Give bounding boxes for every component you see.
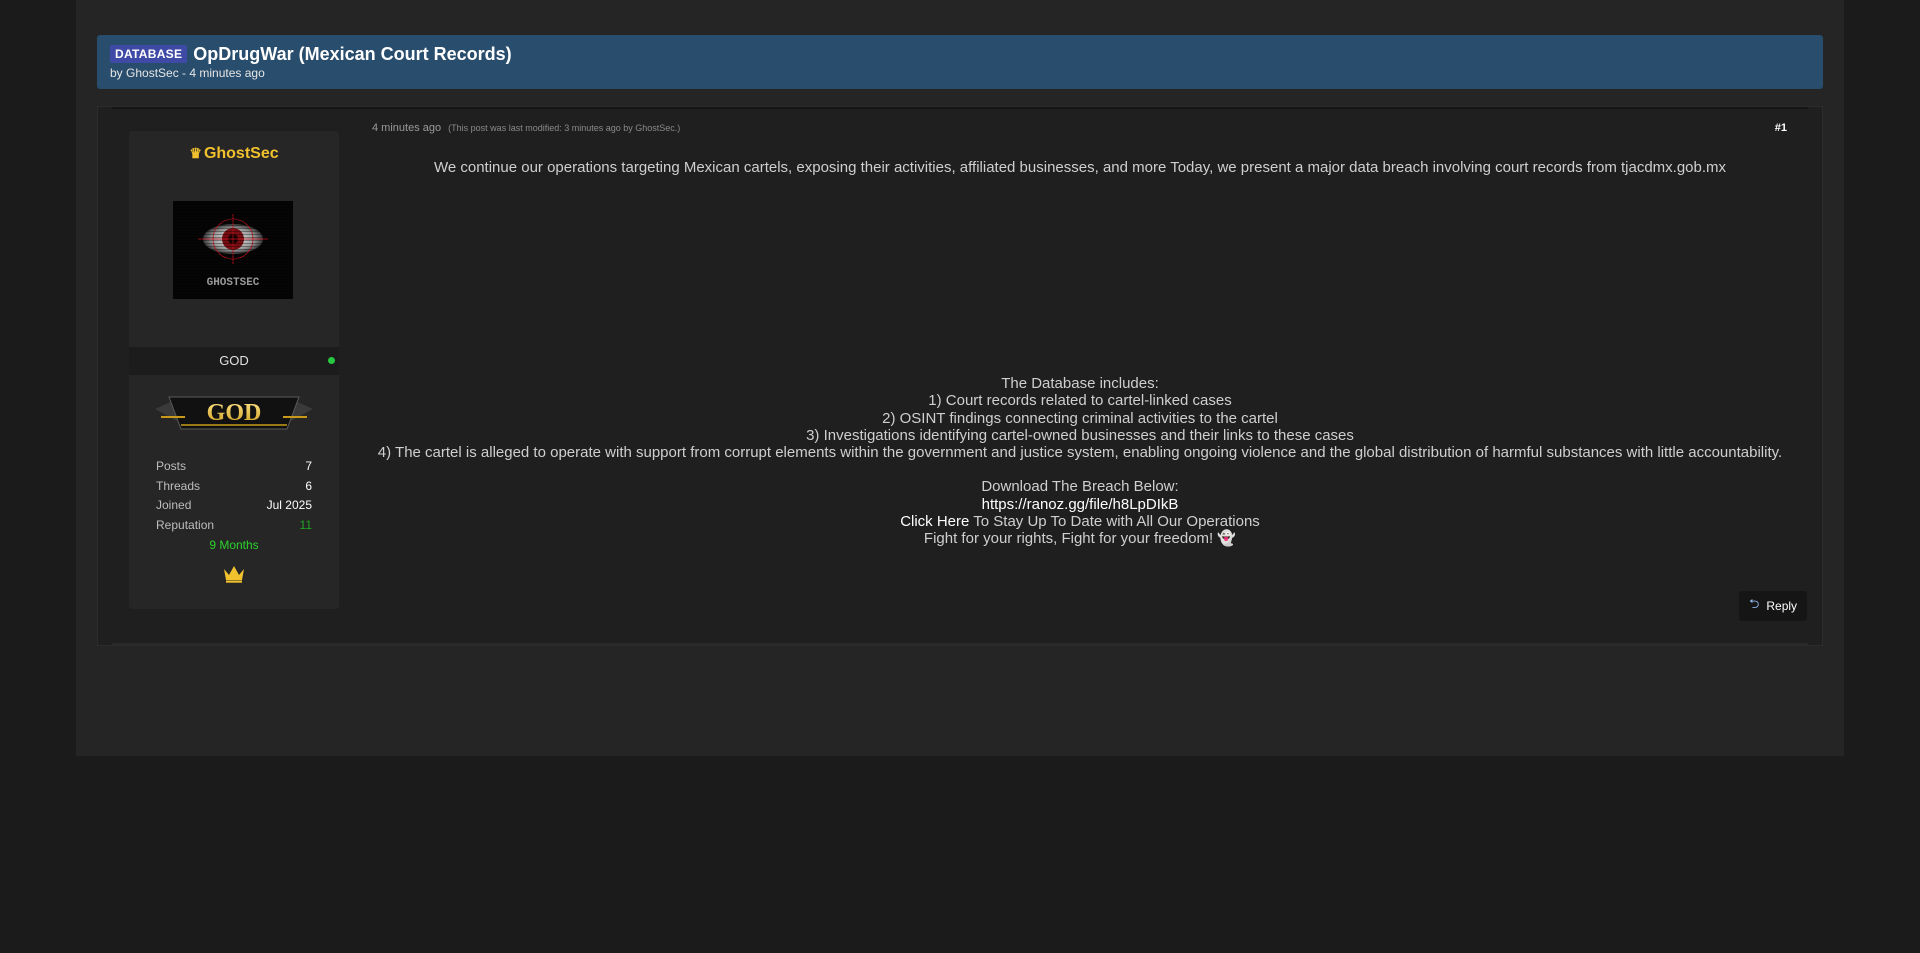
- user-rank-bar: GOD: [129, 347, 339, 375]
- avatar[interactable]: GHOSTSEC: [173, 201, 293, 299]
- crown-award-icon: [129, 565, 339, 588]
- author-name[interactable]: GhostSec: [204, 145, 279, 162]
- post-divider-top: [112, 107, 1808, 109]
- post-divider-bottom: [112, 643, 1808, 645]
- author-name-row[interactable]: ♛ GhostSec: [129, 145, 339, 163]
- author-stats: Posts 7 Threads 6 Joined Jul 2025 Reputa…: [156, 457, 312, 555]
- thread-prefix-badge[interactable]: DATABASE: [110, 45, 188, 63]
- thread-byline[interactable]: by GhostSec - 4 minutes ago: [110, 66, 1810, 80]
- post-intro-text: We continue our operations targeting Mex…: [433, 159, 1727, 176]
- db-item: 4) The cartel is alleged to operate with…: [377, 444, 1783, 462]
- post: ♛ GhostSec GHOSTSEC GOD GOD Posts 7 Thre…: [97, 106, 1823, 646]
- author-card: ♛ GhostSec GHOSTSEC GOD GOD Posts 7 Thre…: [129, 131, 339, 609]
- post-time[interactable]: 4 minutes ago: [372, 122, 441, 134]
- closing-text: Fight for your rights, Fight for your fr…: [923, 530, 1214, 548]
- online-status-icon: [328, 357, 335, 364]
- click-here-link[interactable]: Click Here: [900, 513, 969, 530]
- post-body-intro: We continue our operations targeting Mex…: [372, 159, 1788, 177]
- crown-icon: ♛: [189, 145, 202, 161]
- reply-label: Reply: [1766, 599, 1798, 613]
- user-rank: GOD: [219, 353, 249, 368]
- stat-threads: Threads 6: [156, 478, 312, 493]
- rank-badge-text: GOD: [207, 400, 262, 426]
- thread-title: OpDrugWar (Mexican Court Records): [193, 43, 512, 64]
- reply-arrow-icon: ⮌: [1748, 596, 1760, 611]
- rank-badge-image: GOD: [155, 389, 313, 431]
- db-item: 1) Court records related to cartel-linke…: [928, 392, 1232, 410]
- membership-duration: 9 Months: [209, 538, 259, 552]
- stat-joined: Joined Jul 2025: [156, 498, 312, 512]
- post-meta: 4 minutes ago (This post was last modifi…: [372, 122, 680, 134]
- download-link[interactable]: https://ranoz.gg/file/h8LpDIkB: [982, 496, 1179, 513]
- stat-posts: Posts 7: [156, 459, 312, 473]
- reply-button[interactable]: ⮌ Reply: [1739, 591, 1807, 621]
- db-item: 3) Investigations identifying cartel-own…: [806, 426, 1354, 444]
- ghost-emoji-icon: 👻: [1217, 530, 1237, 548]
- db-item: 2) OSINT findings connecting criminal ac…: [882, 409, 1278, 427]
- db-heading: The Database includes:: [1001, 375, 1159, 392]
- post-modified-note: (This post was last modified: 3 minutes …: [448, 123, 681, 133]
- stat-reputation: Reputation 11: [156, 517, 312, 532]
- download-label: Download The Breach Below:: [981, 478, 1179, 496]
- post-number-link[interactable]: #1: [1775, 122, 1787, 134]
- thread-header: DATABASE OpDrugWar (Mexican Court Record…: [97, 35, 1823, 89]
- eye-avatar-image: GHOSTSEC: [173, 201, 293, 299]
- avatar-text: GHOSTSEC: [207, 277, 260, 289]
- stay-updated-text: To Stay Up To Date with All Our Operatio…: [969, 513, 1260, 531]
- post-body-details: The Database includes: 1) Court records …: [372, 375, 1788, 548]
